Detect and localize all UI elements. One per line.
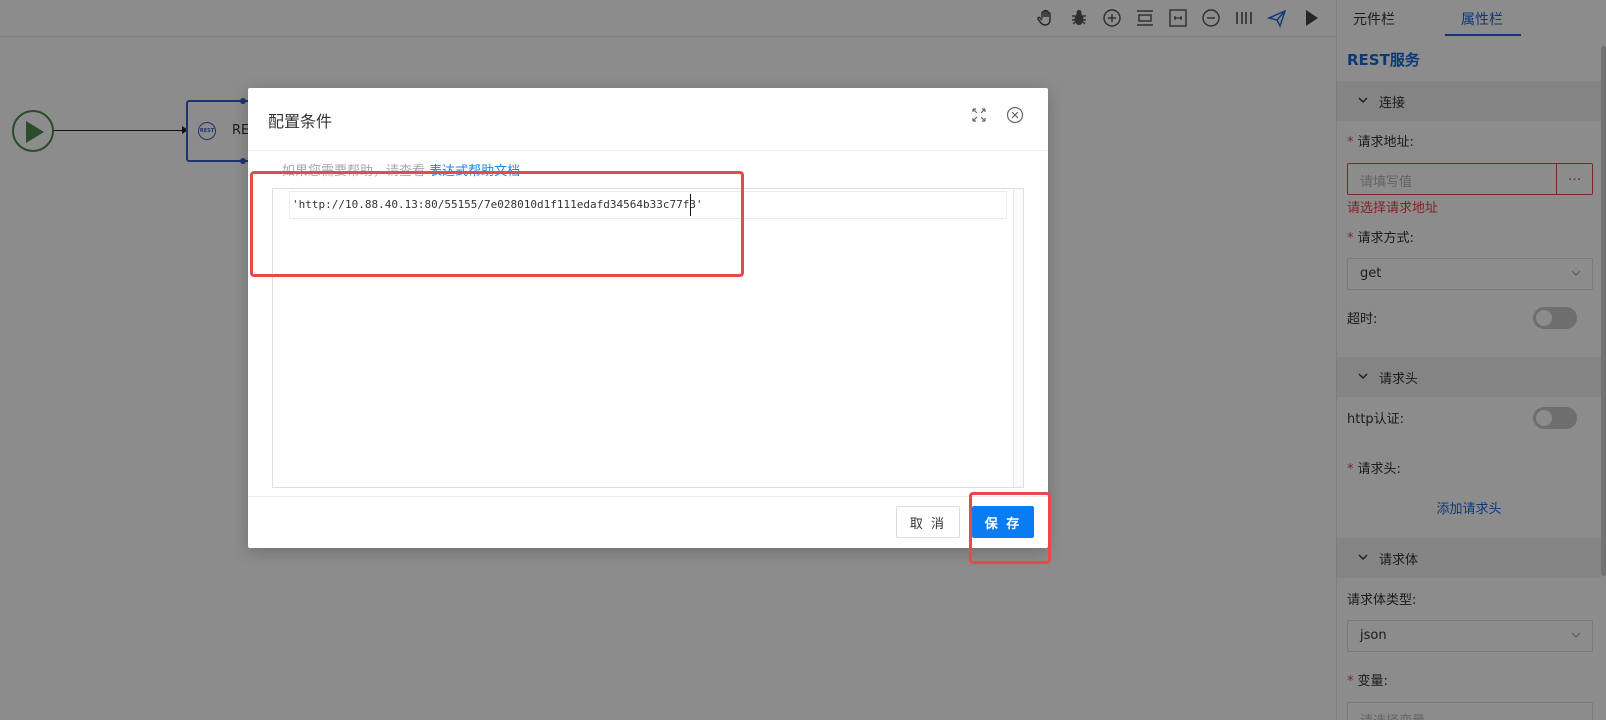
dialog-title: 配置条件 xyxy=(268,112,333,131)
annotation-box-save xyxy=(969,492,1051,564)
condition-config-dialog: 配置条件 如果您需要帮助，请查看 表达式帮助文档 'http://10.88.4… xyxy=(248,88,1048,548)
close-icon[interactable] xyxy=(1006,106,1024,124)
expand-icon[interactable] xyxy=(970,106,988,124)
dialog-header-divider xyxy=(248,150,1048,151)
editor-scrollbar[interactable] xyxy=(1013,189,1023,487)
dialog-footer-divider xyxy=(248,496,1048,497)
cancel-button[interactable]: 取 消 xyxy=(896,506,960,538)
annotation-box-editor xyxy=(250,171,744,277)
